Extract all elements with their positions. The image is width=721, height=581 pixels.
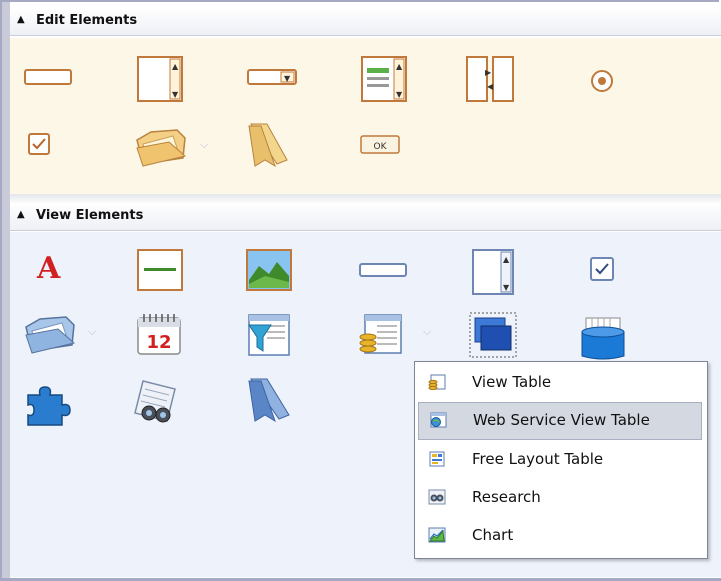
panel-frame: [0, 0, 719, 579]
